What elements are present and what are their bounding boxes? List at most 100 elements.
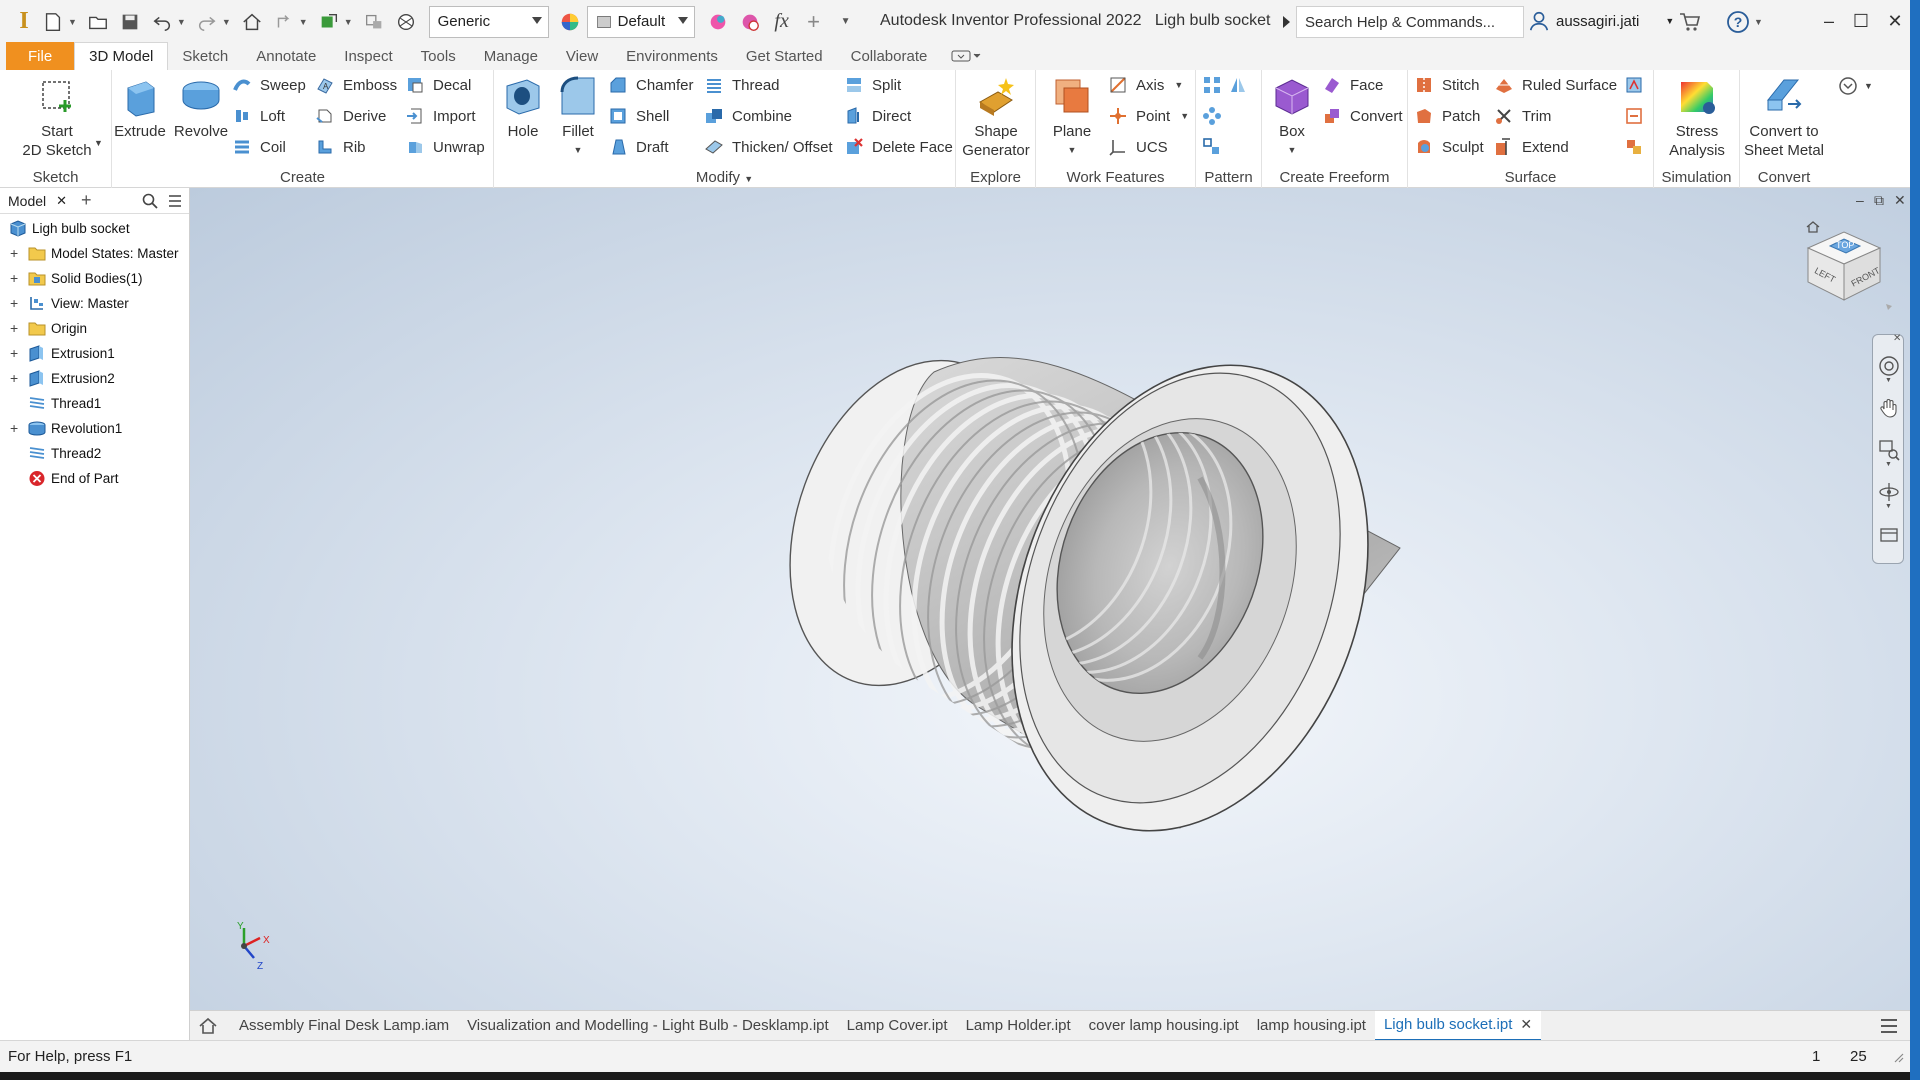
select-icon[interactable] bbox=[359, 7, 389, 37]
new-dropdown-icon[interactable]: ▼ bbox=[68, 17, 77, 27]
freeform-face-button[interactable]: Face bbox=[1322, 72, 1383, 98]
save-icon[interactable] bbox=[115, 7, 145, 37]
stitch-button[interactable]: Stitch bbox=[1414, 72, 1480, 98]
decal-button[interactable]: Decal bbox=[405, 72, 471, 98]
thicken-offset-button[interactable]: Thicken/ Offset bbox=[704, 134, 833, 160]
doc-tab-lamp-housing[interactable]: lamp housing.ipt bbox=[1248, 1011, 1375, 1041]
box-dropdown-icon[interactable]: ▼ bbox=[1288, 141, 1297, 160]
tree-item-end-of-part[interactable]: End of Part bbox=[0, 466, 189, 491]
browser-menu-icon[interactable] bbox=[168, 194, 182, 208]
graphics-viewport[interactable]: – ⧉ ✕ TOP LEFT FRONT ✕ ▼ ▼ ▼ Y X Z bbox=[190, 188, 1910, 1010]
inventor-logo-icon[interactable]: I bbox=[10, 8, 38, 35]
tree-item-origin[interactable]: + Origin bbox=[0, 316, 189, 341]
expand-icon[interactable]: + bbox=[10, 271, 22, 285]
surface-tool-3-button[interactable] bbox=[1624, 134, 1652, 160]
steering-wheel-icon[interactable] bbox=[1878, 355, 1900, 377]
box-button[interactable]: Box ▼ bbox=[1266, 70, 1318, 160]
tab-manage[interactable]: Manage bbox=[470, 42, 552, 70]
viewcube-home-icon[interactable] bbox=[1806, 220, 1820, 234]
circular-pattern-button[interactable] bbox=[1202, 103, 1230, 129]
material-icon[interactable] bbox=[391, 7, 421, 37]
expand-icon[interactable]: + bbox=[10, 346, 22, 360]
rectangular-pattern-button[interactable] bbox=[1202, 72, 1230, 98]
tab-environments[interactable]: Environments bbox=[612, 42, 732, 70]
modify-panel-title[interactable]: Modify ▼ bbox=[494, 169, 955, 186]
doc-tab-lamp-cover[interactable]: Lamp Cover.ipt bbox=[838, 1011, 957, 1041]
split-button[interactable]: Split bbox=[844, 72, 901, 98]
thread-button[interactable]: Thread bbox=[704, 72, 780, 98]
doc-tab-lamp-holder[interactable]: Lamp Holder.ipt bbox=[957, 1011, 1080, 1041]
update-icon[interactable] bbox=[314, 7, 344, 37]
tree-item-revolution1[interactable]: + Revolution1 bbox=[0, 416, 189, 441]
open-folder-icon[interactable] bbox=[83, 7, 113, 37]
home-tab-icon[interactable] bbox=[198, 1017, 218, 1035]
tab-collaborate[interactable]: Collaborate bbox=[837, 42, 942, 70]
sketch-dropdown-icon[interactable]: ▼ bbox=[94, 138, 103, 148]
close-browser-icon[interactable]: ✕ bbox=[56, 193, 67, 209]
update-dropdown-icon[interactable]: ▼ bbox=[344, 17, 353, 27]
draft-button[interactable]: Draft bbox=[608, 134, 669, 160]
navbar-dropdown-icon[interactable]: ▼ bbox=[1885, 503, 1892, 510]
viewcube[interactable]: TOP LEFT FRONT bbox=[1798, 220, 1894, 320]
search-input[interactable]: Search Help & Commands... bbox=[1296, 6, 1524, 38]
ribbon-display-toggle[interactable] bbox=[941, 42, 991, 70]
pan-hand-icon[interactable] bbox=[1878, 397, 1900, 419]
tab-tools[interactable]: Tools bbox=[407, 42, 470, 70]
expand-icon[interactable]: + bbox=[10, 296, 22, 310]
tree-item-part-root[interactable]: Ligh bulb socket bbox=[0, 216, 189, 241]
tree-item-extrusion2[interactable]: + Extrusion2 bbox=[0, 366, 189, 391]
ribbon-options-button[interactable]: ▼ bbox=[1838, 76, 1873, 96]
appearance-combo[interactable]: Default bbox=[586, 5, 695, 38]
tab-sketch[interactable]: Sketch bbox=[168, 42, 242, 70]
freeform-convert-button[interactable]: Convert bbox=[1322, 103, 1403, 129]
browser-search-icon[interactable] bbox=[142, 193, 158, 209]
fx-parameters-icon[interactable]: fx bbox=[767, 7, 797, 37]
combine-button[interactable]: Combine bbox=[704, 103, 792, 129]
sweep-button[interactable]: Sweep bbox=[232, 72, 306, 98]
tree-item-extrusion1[interactable]: + Extrusion1 bbox=[0, 341, 189, 366]
return-icon[interactable] bbox=[269, 7, 299, 37]
plane-dropdown-icon[interactable]: ▼ bbox=[1068, 141, 1077, 160]
tree-item-thread2[interactable]: Thread2 bbox=[0, 441, 189, 466]
doc-tab-visualization-light-bulb[interactable]: Visualization and Modelling - Light Bulb… bbox=[458, 1011, 838, 1041]
derive-button[interactable]: Derive bbox=[315, 103, 386, 129]
axis-dropdown-icon[interactable]: ▼ bbox=[1174, 80, 1183, 90]
stress-analysis-button[interactable]: Stress Analysis bbox=[1660, 70, 1734, 160]
extend-button[interactable]: Extend bbox=[1494, 134, 1569, 160]
convert-to-sheet-metal-button[interactable]: Convert to Sheet Metal bbox=[1740, 70, 1828, 160]
clear-appearance-icon[interactable] bbox=[735, 7, 765, 37]
delete-face-button[interactable]: Delete Face bbox=[844, 134, 953, 160]
emboss-button[interactable]: A Emboss bbox=[315, 72, 397, 98]
material-combo[interactable]: Generic bbox=[428, 5, 549, 38]
navbar-close-icon[interactable]: ✕ bbox=[1893, 333, 1901, 344]
tab-inspect[interactable]: Inspect bbox=[330, 42, 406, 70]
sketch-driven-pattern-button[interactable] bbox=[1202, 134, 1230, 160]
fillet-dropdown-icon[interactable]: ▼ bbox=[574, 141, 583, 160]
tab-3d-model[interactable]: 3D Model bbox=[74, 42, 169, 70]
appearance-icon[interactable] bbox=[555, 7, 585, 37]
cart-icon[interactable] bbox=[1678, 10, 1702, 38]
help-button[interactable]: ? ▼ bbox=[1726, 10, 1763, 34]
tab-get-started[interactable]: Get Started bbox=[732, 42, 837, 70]
revolve-button[interactable]: Revolve bbox=[172, 70, 230, 141]
point-button[interactable]: Point ▼ bbox=[1108, 103, 1189, 129]
viewcube-top-label[interactable]: TOP bbox=[1836, 240, 1854, 250]
new-file-icon[interactable] bbox=[38, 7, 68, 37]
undo-dropdown-icon[interactable]: ▼ bbox=[177, 17, 186, 27]
doc-tab-light-bulb-socket[interactable]: Ligh bulb socket.ipt ✕ bbox=[1374, 1010, 1542, 1041]
navbar-dropdown-icon[interactable]: ▼ bbox=[1885, 461, 1892, 468]
direct-button[interactable]: Direct bbox=[844, 103, 911, 129]
tree-item-view-master[interactable]: + View: Master bbox=[0, 291, 189, 316]
add-icon[interactable]: + bbox=[799, 7, 829, 37]
plane-button[interactable]: Plane ▼ bbox=[1044, 70, 1100, 160]
doc-tab-assembly-desk-lamp[interactable]: Assembly Final Desk Lamp.iam bbox=[230, 1011, 458, 1041]
zoom-window-icon[interactable] bbox=[1878, 439, 1900, 461]
tab-list-menu-icon[interactable] bbox=[1880, 1018, 1898, 1034]
expand-icon[interactable]: + bbox=[10, 371, 22, 385]
mirror-button[interactable] bbox=[1228, 72, 1256, 98]
fillet-button[interactable]: Fillet ▼ bbox=[552, 70, 604, 160]
patch-button[interactable]: Patch bbox=[1414, 103, 1480, 129]
ucs-button[interactable]: UCS bbox=[1108, 134, 1168, 160]
doc-tab-cover-lamp-housing[interactable]: cover lamp housing.ipt bbox=[1080, 1011, 1248, 1041]
tree-item-solid-bodies[interactable]: + Solid Bodies(1) bbox=[0, 266, 189, 291]
